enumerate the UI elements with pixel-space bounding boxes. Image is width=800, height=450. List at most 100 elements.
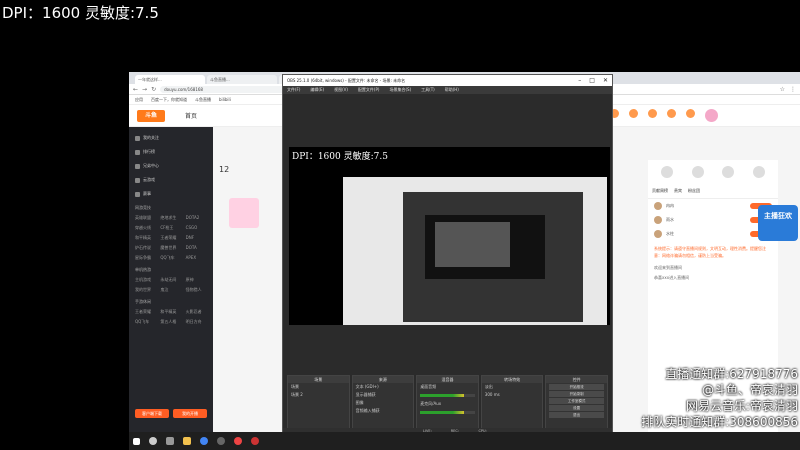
home-link[interactable]: 首页 [185, 111, 197, 120]
url-input[interactable]: douyu.com/168168 [160, 85, 301, 93]
duration-field[interactable]: 300 ms [482, 391, 543, 398]
mixer-channel-label: 麦克风/Aux [420, 401, 442, 406]
bookmark-item[interactable]: 斗鱼直播 [195, 97, 211, 103]
download-client-button[interactable]: 客户端下载 [135, 409, 169, 418]
category-item[interactable]: 和平精英 [135, 235, 156, 241]
category-item[interactable]: QQ飞车 [135, 319, 156, 325]
share-icon[interactable] [691, 166, 704, 178]
windows-logo-icon[interactable] [133, 437, 140, 445]
category-item[interactable]: 永劫无间 [160, 277, 181, 283]
back-icon[interactable]: ← [133, 86, 138, 93]
settings-button[interactable]: 设置 [549, 405, 604, 411]
category-item[interactable]: 明日方舟 [186, 319, 207, 325]
source-item[interactable]: 音频输入捕获 [353, 407, 414, 415]
task-view-icon[interactable] [166, 437, 174, 445]
reload-icon[interactable]: ↻ [151, 86, 156, 93]
start-broadcast-button[interactable]: 我的开播 [173, 409, 207, 418]
user-avatar[interactable] [705, 109, 718, 122]
category-item[interactable]: 绝地求生 [160, 215, 181, 221]
category-item[interactable]: DOTA2 [186, 215, 207, 221]
app-icon[interactable] [234, 437, 242, 445]
category-item[interactable]: 英雄联盟 [135, 215, 156, 221]
category-item[interactable]: 魔兽世界 [160, 245, 181, 251]
minimize-icon[interactable]: – [578, 77, 581, 84]
category-item[interactable]: 主机游戏 [135, 277, 156, 283]
fans-icon[interactable] [752, 166, 765, 178]
category-item[interactable]: 穿越火线 [135, 225, 156, 231]
gift-icon[interactable] [661, 166, 674, 178]
bookmark-star-icon[interactable]: ☆ [780, 86, 785, 93]
bookmark-item[interactable]: 百度一下，你就知道 [151, 97, 187, 103]
obs-menu-item[interactable]: 帮助(H) [445, 87, 459, 93]
scene-item[interactable]: 场景 2 [288, 391, 349, 399]
chrome-icon[interactable] [200, 437, 208, 445]
category-item[interactable]: DOTA [186, 245, 207, 251]
category-item[interactable]: CSGO [186, 225, 207, 231]
sidebar-item-label: 赛事 [143, 191, 151, 196]
follow-icon[interactable] [648, 109, 657, 118]
download-icon[interactable] [667, 109, 676, 118]
sidebar-section-title: 手游休闲 [135, 299, 151, 304]
sidebar-item-esports[interactable]: 赛事 [129, 187, 213, 201]
queue-group-line: 排队实时通知群:308600856 [641, 415, 798, 429]
category-item[interactable]: 火影忍者 [186, 309, 207, 315]
site-logo[interactable]: 斗鱼 [137, 109, 165, 122]
category-item[interactable]: DNF [186, 235, 207, 241]
source-item[interactable]: 文本 (GDI+) [353, 383, 414, 391]
sidebar-item-cloud-game[interactable]: 云游戏 [129, 173, 213, 187]
category-item[interactable]: CF枪王 [160, 225, 181, 231]
bookmark-item[interactable]: 应用 [135, 97, 143, 103]
event-banner[interactable]: 主播狂欢 [758, 205, 798, 241]
forward-icon[interactable]: → [142, 86, 147, 93]
obs-window: OBS 25.1.0 (64bit, windows) - 配置文件: 未命名 … [282, 74, 613, 445]
obs-preview[interactable]: DPI：1600 灵敏度:7.5 [289, 147, 610, 325]
category-item[interactable]: 第五人格 [160, 319, 181, 325]
tab-vip[interactable]: 贵宾 [674, 188, 682, 194]
start-streaming-button[interactable]: 开始推流 [549, 384, 604, 390]
sidebar-item-brothers[interactable]: 兄弟中心 [129, 159, 213, 173]
obs-menu-item[interactable]: 编辑(E) [310, 87, 324, 93]
source-item[interactable]: 图像 [353, 399, 414, 407]
category-item[interactable]: 原神 [186, 277, 207, 283]
sidebar-item-rank[interactable]: 排行榜 [129, 145, 213, 159]
obs-menu-item[interactable]: 视图(V) [334, 87, 348, 93]
obs-icon[interactable] [217, 437, 225, 445]
category-item[interactable]: 鬼泣 [160, 287, 181, 293]
exit-button[interactable]: 退出 [549, 412, 604, 418]
menu-dots-icon[interactable]: ⋮ [790, 86, 796, 93]
category-item[interactable]: APEX [186, 255, 207, 261]
live-icon[interactable] [686, 109, 695, 118]
category-item[interactable]: 怪物猎人 [186, 287, 207, 293]
sidebar-section-title: 单机热游 [135, 267, 151, 272]
sidebar-item-follow[interactable]: 我的关注 [129, 131, 213, 145]
tab-weekly-rank[interactable]: 贡献周榜 [652, 188, 668, 194]
search-icon[interactable] [149, 437, 157, 445]
obs-menu-item[interactable]: 工具(T) [421, 87, 435, 93]
sidebar-item-label: 兄弟中心 [143, 163, 159, 168]
app-icon[interactable] [251, 437, 259, 445]
maximize-icon[interactable]: □ [589, 77, 595, 84]
transition-select[interactable]: 淡出 [482, 383, 543, 391]
category-item[interactable]: 王者荣耀 [160, 235, 181, 241]
category-item[interactable]: 炉石传说 [135, 245, 156, 251]
category-item[interactable]: 王者荣耀 [135, 309, 156, 315]
browser-tab[interactable]: 一年就这样... [135, 75, 205, 84]
category-item[interactable]: 我的世界 [135, 287, 156, 293]
message-icon[interactable] [629, 109, 638, 118]
close-icon[interactable]: ✕ [603, 77, 608, 84]
tab-fans[interactable]: 粉丝团 [688, 188, 700, 194]
report-icon[interactable] [722, 166, 735, 178]
category-item[interactable]: QQ飞车 [160, 255, 181, 261]
obs-menu-item[interactable]: 文件(F) [287, 87, 300, 93]
studio-mode-button[interactable]: 工作室模式 [549, 398, 604, 404]
category-item[interactable]: 和平精英 [160, 309, 181, 315]
browser-tab[interactable]: 斗鱼直播... [207, 75, 277, 84]
explorer-icon[interactable] [183, 437, 191, 445]
bookmark-item[interactable]: bilibili [219, 97, 231, 102]
source-item[interactable]: 显示器捕获 [353, 391, 414, 399]
category-item[interactable]: 星际争霸 [135, 255, 156, 261]
scene-item[interactable]: 场景 [288, 383, 349, 391]
obs-menu-item[interactable]: 场景集合(S) [389, 87, 411, 93]
start-recording-button[interactable]: 开始录制 [549, 391, 604, 397]
obs-menu-item[interactable]: 配置文件(P) [358, 87, 380, 93]
